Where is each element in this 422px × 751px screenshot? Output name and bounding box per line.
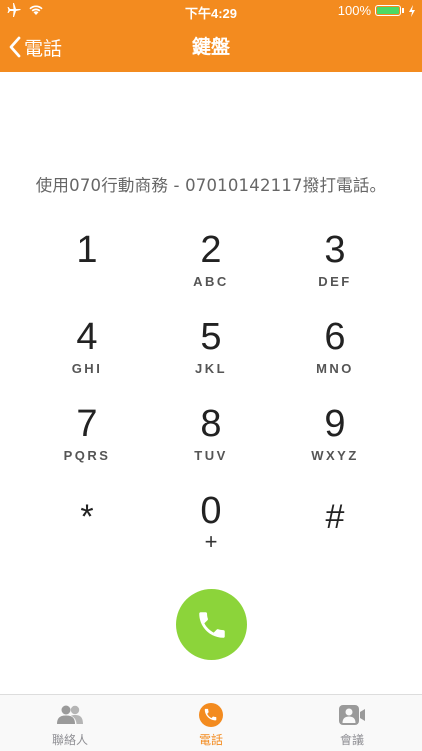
key-letters: WXYZ — [311, 448, 359, 463]
key-letters: PQRS — [63, 448, 111, 463]
key-6[interactable]: 6 MNO — [273, 313, 397, 393]
key-letters: JKL — [194, 361, 228, 376]
tab-phone[interactable]: 電話 — [141, 695, 281, 751]
key-digit: 3 — [324, 229, 346, 271]
status-bar: 下午4:29 100% — [0, 0, 422, 22]
key-letters: DEF — [318, 274, 352, 289]
key-5[interactable]: 5 JKL — [149, 313, 273, 393]
back-button[interactable]: 電話 — [8, 22, 62, 72]
key-letters: TUV — [194, 448, 228, 463]
key-star[interactable]: * — [25, 487, 149, 567]
key-2[interactable]: 2 ABC — [149, 226, 273, 306]
charging-icon — [409, 4, 415, 17]
battery-icon — [375, 5, 401, 16]
key-digit: 7 — [76, 403, 98, 445]
tab-contacts[interactable]: 聯絡人 — [0, 695, 140, 751]
key-letters: GHI — [71, 361, 103, 376]
page-title: 鍵盤 — [191, 36, 230, 58]
tab-label: 電話 — [198, 733, 223, 747]
tab-bar: 聯絡人 電話 會議 — [0, 694, 422, 751]
key-8[interactable]: 8 TUV — [149, 400, 273, 480]
key-0[interactable]: 0 + — [149, 487, 273, 567]
key-digit: 1 — [76, 229, 98, 271]
key-digit: 2 — [200, 229, 222, 271]
key-3[interactable]: 3 DEF — [273, 226, 397, 306]
status-right: 100% — [338, 3, 416, 18]
key-letters: ABC — [193, 274, 229, 289]
contacts-icon — [56, 703, 84, 727]
key-letters: + — [204, 529, 218, 554]
key-digit: 6 — [324, 316, 346, 358]
caller-id-info: 使用070行動商務 - 07010142117撥打電話。 — [35, 176, 387, 195]
tab-conference[interactable]: 會議 — [282, 695, 422, 751]
key-1[interactable]: 1 — [25, 226, 149, 306]
key-digit: 8 — [200, 403, 222, 445]
key-digit: 0 — [200, 490, 222, 532]
key-digit: 5 — [200, 316, 222, 358]
phone-icon — [198, 611, 225, 638]
call-button[interactable] — [176, 589, 247, 660]
key-letters: MNO — [316, 361, 354, 376]
key-7[interactable]: 7 PQRS — [25, 400, 149, 480]
conference-icon — [338, 703, 366, 727]
tab-label: 聯絡人 — [51, 733, 88, 747]
chevron-left-icon — [9, 36, 21, 58]
key-hash[interactable]: # — [273, 487, 397, 567]
dial-keypad: 1 2 ABC 3 DEF 4 GHI 5 JKL 6 MNO 7 PQRS 8… — [25, 226, 397, 556]
nav-bar: 電話 鍵盤 — [0, 22, 422, 72]
key-digit: 9 — [324, 403, 346, 445]
key-digit: 4 — [76, 316, 98, 358]
key-9[interactable]: 9 WXYZ — [273, 400, 397, 480]
phone-tab-icon — [197, 703, 225, 727]
key-digit: # — [325, 498, 345, 536]
battery-tip — [402, 8, 404, 13]
back-label: 電話 — [24, 37, 63, 60]
key-4[interactable]: 4 GHI — [25, 313, 149, 393]
battery-percent: 100% — [337, 3, 371, 18]
tab-label: 會議 — [339, 733, 364, 747]
key-digit: * — [80, 498, 94, 536]
